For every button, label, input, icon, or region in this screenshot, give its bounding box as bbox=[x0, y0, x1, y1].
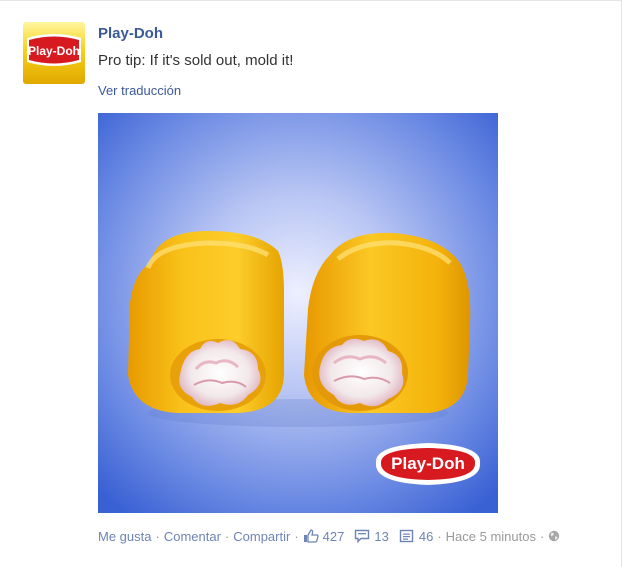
avatar-logo-text: Play-Doh bbox=[28, 44, 80, 58]
likes-count[interactable]: 427 bbox=[303, 528, 345, 544]
page-avatar[interactable]: Play-Doh bbox=[23, 22, 85, 84]
play-doh-logo-icon: Play-Doh bbox=[23, 22, 85, 84]
comment-bubble-icon bbox=[355, 529, 370, 543]
translate-link[interactable]: Ver traducción bbox=[98, 83, 181, 98]
separator: · bbox=[539, 528, 545, 544]
page-name-link[interactable]: Play-Doh bbox=[98, 25, 163, 42]
globe-icon[interactable] bbox=[548, 530, 560, 542]
play-doh-brand-logo-icon: Play-Doh bbox=[375, 443, 481, 485]
separator: · bbox=[294, 528, 299, 544]
share-link[interactable]: Compartir bbox=[233, 529, 290, 544]
separator: · bbox=[437, 528, 442, 544]
post-action-bar: Me gusta · Comentar · Compartir · 427 13… bbox=[98, 527, 560, 545]
image-logo-text: Play-Doh bbox=[391, 454, 465, 473]
left-snack-cake bbox=[128, 231, 284, 413]
top-divider bbox=[0, 0, 622, 1]
comments-count[interactable]: 13 bbox=[354, 528, 389, 544]
share-note-icon bbox=[399, 529, 414, 543]
separator: · bbox=[155, 528, 160, 544]
comment-link[interactable]: Comentar bbox=[164, 529, 221, 544]
post-photo[interactable]: Play-Doh bbox=[98, 113, 498, 513]
separator: · bbox=[224, 528, 230, 544]
thumbs-up-icon bbox=[303, 529, 319, 543]
comments-count-value: 13 bbox=[374, 528, 389, 544]
shares-count[interactable]: 46 bbox=[399, 529, 433, 544]
likes-count-value: 427 bbox=[322, 528, 345, 544]
post-text: Pro tip: If it's sold out, mold it! bbox=[98, 52, 294, 69]
shares-count-value: 46 bbox=[418, 528, 434, 544]
right-snack-cake bbox=[304, 232, 471, 413]
post-timestamp[interactable]: Hace 5 minutos bbox=[446, 529, 536, 544]
like-link[interactable]: Me gusta bbox=[98, 529, 151, 544]
